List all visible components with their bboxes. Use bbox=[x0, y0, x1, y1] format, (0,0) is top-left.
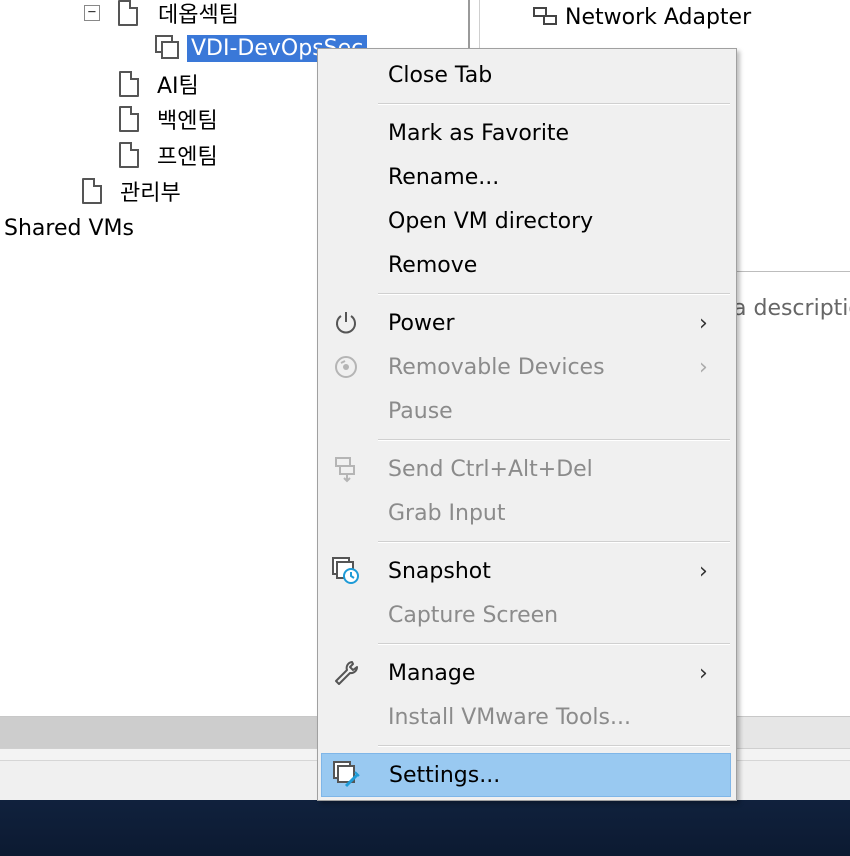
menu-item-label: Install VMware Tools... bbox=[388, 704, 631, 730]
folder-icon bbox=[118, 0, 138, 26]
menu-item-label: Capture Screen bbox=[388, 602, 559, 628]
menu-separator bbox=[378, 643, 730, 645]
menu-item-open-vm-directory[interactable]: Open VM directory bbox=[321, 199, 731, 243]
menu-item-label: Mark as Favorite bbox=[388, 120, 570, 146]
menu-item-label: Manage bbox=[388, 660, 476, 686]
menu-item-label: Removable Devices bbox=[388, 354, 605, 380]
submenu-arrow-icon: › bbox=[699, 310, 708, 336]
windows-taskbar bbox=[0, 800, 850, 856]
folder-icon bbox=[82, 178, 102, 204]
menu-item-capture-screen[interactable]: Capture Screen bbox=[321, 593, 731, 637]
menu-separator bbox=[378, 745, 730, 747]
folder-icon bbox=[119, 71, 139, 97]
tree-item-ai-team[interactable]: AI팀 bbox=[119, 67, 203, 101]
menu-item-label: Close Tab bbox=[388, 62, 493, 88]
scrollbar-thumb[interactable] bbox=[0, 717, 318, 748]
menu-item-label: Open VM directory bbox=[388, 208, 594, 234]
vm-icon bbox=[155, 35, 181, 61]
menu-separator bbox=[378, 541, 730, 543]
description-placeholder[interactable]: a descriptio bbox=[733, 296, 850, 321]
menu-item-label: Grab Input bbox=[388, 500, 506, 526]
tree-item-label: 프엔팀 bbox=[157, 145, 218, 170]
hardware-label: Network Adapter bbox=[565, 4, 752, 30]
menu-item-settings[interactable]: Settings... bbox=[321, 753, 731, 797]
tree-item-shared-vms[interactable]: Shared VMs bbox=[0, 211, 138, 245]
tree-item-devopssec-team[interactable]: − 데옵섹팀 bbox=[84, 0, 243, 30]
menu-item-label: Snapshot bbox=[388, 558, 491, 584]
menu-item-label: Pause bbox=[388, 398, 453, 424]
menu-item-pause[interactable]: Pause bbox=[321, 389, 731, 433]
folder-icon bbox=[119, 142, 139, 168]
menu-item-label: Send Ctrl+Alt+Del bbox=[388, 456, 593, 482]
menu-item-label: Settings... bbox=[389, 762, 501, 788]
removable-devices-icon bbox=[331, 352, 361, 382]
menu-item-label: Rename... bbox=[388, 164, 500, 190]
menu-item-power[interactable]: Power › bbox=[321, 301, 731, 345]
context-menu: Close Tab Mark as Favorite Rename... Ope… bbox=[317, 48, 737, 801]
menu-item-remove[interactable]: Remove bbox=[321, 243, 731, 287]
hardware-network-adapter[interactable]: Network Adapter bbox=[531, 0, 751, 34]
menu-separator bbox=[378, 103, 730, 105]
menu-item-label: Remove bbox=[388, 252, 478, 278]
description-divider bbox=[731, 271, 850, 272]
menu-separator bbox=[378, 439, 730, 441]
menu-item-label: Power bbox=[388, 310, 455, 336]
menu-item-manage[interactable]: Manage › bbox=[321, 651, 731, 695]
collapse-icon[interactable]: − bbox=[84, 5, 100, 21]
power-icon bbox=[331, 308, 361, 338]
submenu-arrow-icon: › bbox=[699, 558, 708, 584]
menu-item-install-vmware-tools[interactable]: Install VMware Tools... bbox=[321, 695, 731, 739]
menu-separator bbox=[378, 293, 730, 295]
snapshot-icon bbox=[331, 556, 361, 586]
menu-item-close-tab[interactable]: Close Tab bbox=[321, 53, 731, 97]
menu-item-rename[interactable]: Rename... bbox=[321, 155, 731, 199]
tree-item-frontend-team[interactable]: 프엔팀 bbox=[119, 138, 222, 172]
tree-item-backend-team[interactable]: 백엔팀 bbox=[119, 102, 222, 136]
tree-item-management[interactable]: 관리부 bbox=[82, 174, 185, 208]
menu-item-send-ctrl-alt-del[interactable]: Send Ctrl+Alt+Del bbox=[321, 447, 731, 491]
folder-icon bbox=[119, 106, 139, 132]
submenu-arrow-icon: › bbox=[699, 354, 708, 380]
network-adapter-icon bbox=[531, 5, 559, 29]
tree-item-label: AI팀 bbox=[157, 74, 199, 99]
settings-icon bbox=[332, 760, 362, 790]
menu-item-snapshot[interactable]: Snapshot › bbox=[321, 549, 731, 593]
menu-item-removable-devices[interactable]: Removable Devices › bbox=[321, 345, 731, 389]
menu-item-grab-input[interactable]: Grab Input bbox=[321, 491, 731, 535]
tree-item-label: 데옵섹팀 bbox=[158, 3, 239, 28]
tree-item-label: 관리부 bbox=[120, 181, 181, 206]
wrench-icon bbox=[331, 658, 361, 688]
send-keys-icon bbox=[331, 454, 361, 484]
tree-item-label: 백엔팀 bbox=[157, 109, 218, 134]
menu-item-mark-as-favorite[interactable]: Mark as Favorite bbox=[321, 111, 731, 155]
tree-item-label: Shared VMs bbox=[4, 215, 134, 241]
submenu-arrow-icon: › bbox=[699, 660, 708, 686]
